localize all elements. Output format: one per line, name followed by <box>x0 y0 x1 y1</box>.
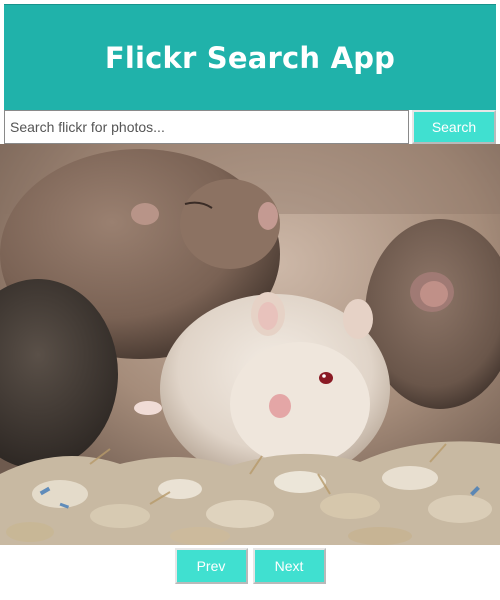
pagination: Prev Next <box>0 548 500 584</box>
prev-button[interactable]: Prev <box>174 548 248 584</box>
app-title: Flickr Search App <box>104 40 396 75</box>
app-header: Flickr Search App <box>4 4 496 110</box>
search-input[interactable] <box>4 110 409 144</box>
search-bar: Search <box>4 110 496 144</box>
search-button[interactable]: Search <box>412 110 496 144</box>
hamster-photo <box>0 144 500 545</box>
photo-result[interactable] <box>0 144 500 545</box>
app-root: Flickr Search App Search flickr for phot… <box>0 0 500 600</box>
next-button[interactable]: Next <box>252 548 326 584</box>
